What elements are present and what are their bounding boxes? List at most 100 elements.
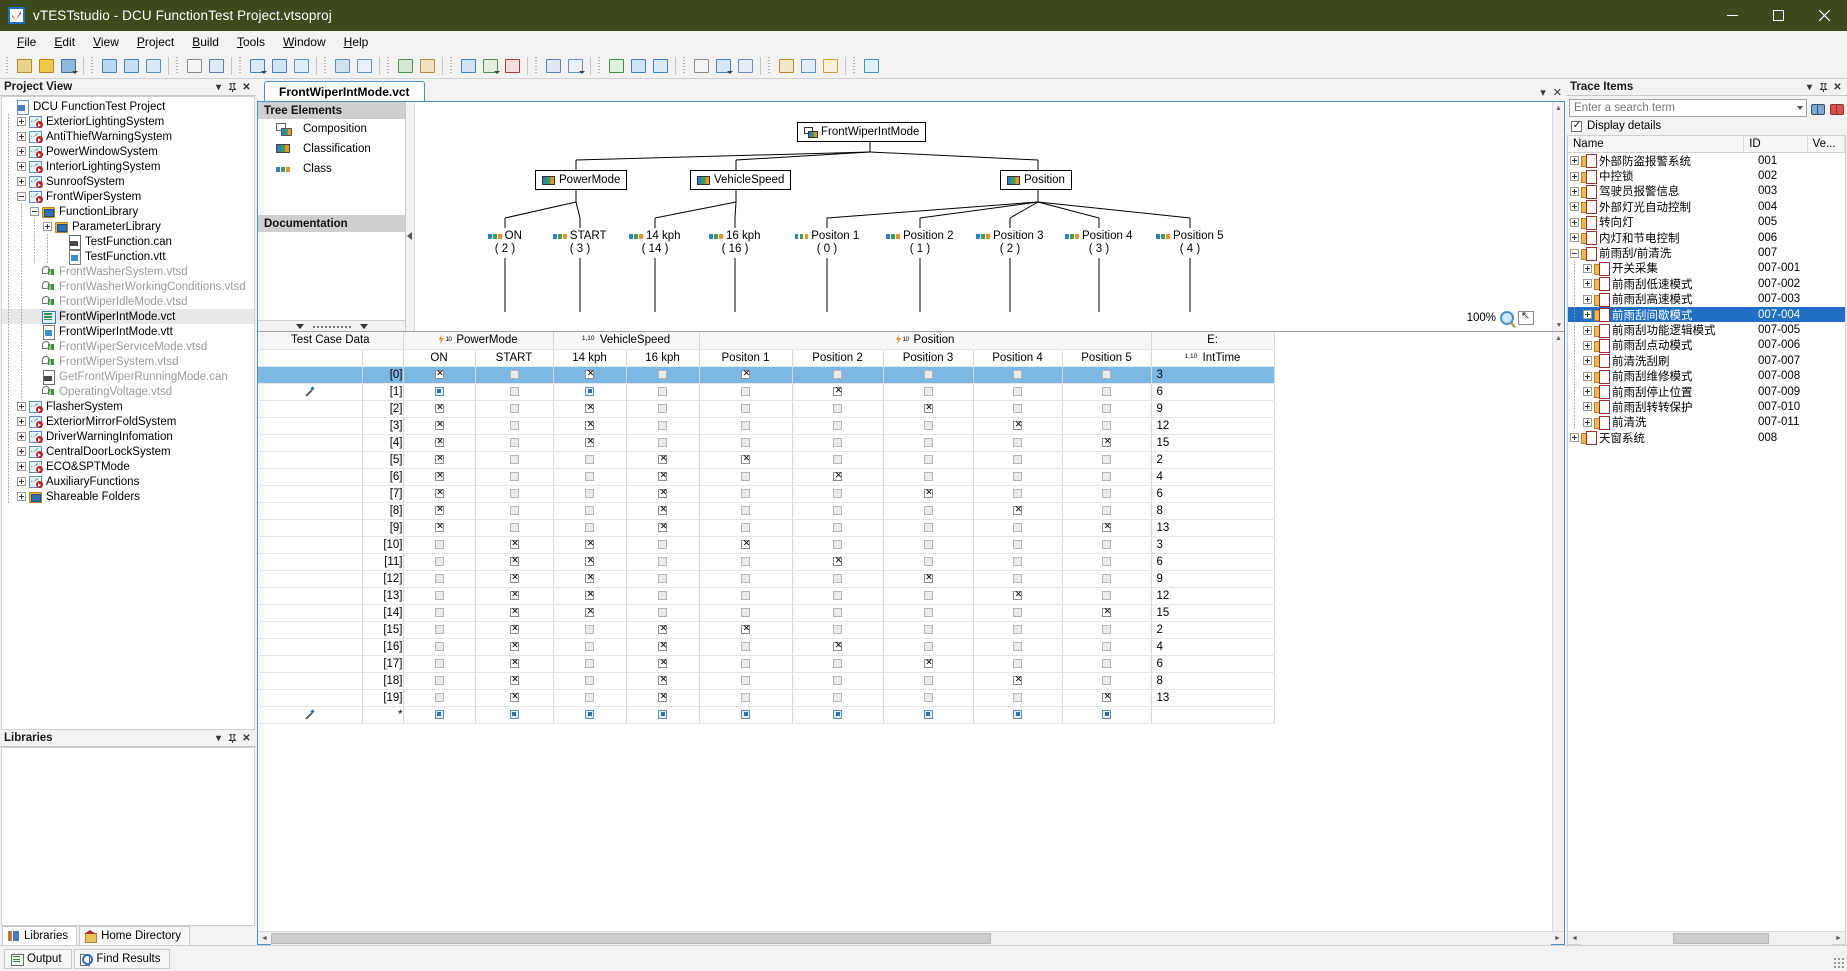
table-scroll-up-arrow[interactable]: ▲ — [1553, 332, 1564, 344]
cell-checkbox[interactable] — [792, 553, 883, 570]
trace-items-tree[interactable]: NameIDVe... 外部防盗报警系统001中控锁002驾驶员报警信息003外… — [1567, 135, 1846, 945]
cell-checkbox[interactable] — [1062, 689, 1151, 706]
cell-checkbox[interactable] — [883, 672, 973, 689]
checkbox-icon[interactable] — [1102, 625, 1111, 634]
checkbox-icon[interactable] — [1013, 472, 1022, 481]
project-tree-item[interactable]: Shareable Folders — [2, 489, 254, 504]
checkbox-icon[interactable] — [741, 642, 750, 651]
close-icon[interactable]: ✕ — [240, 732, 253, 745]
toolbar-button-27[interactable] — [776, 56, 796, 76]
cell-checkbox[interactable] — [553, 689, 626, 706]
tree-expander[interactable] — [15, 192, 28, 201]
project-tree[interactable]: DCU FunctionTest ProjectExteriorLighting… — [1, 96, 255, 730]
diagram-leaf-2[interactable]: 14 kph( 14 ) — [615, 230, 695, 255]
cell-checkbox[interactable] — [1062, 536, 1151, 553]
cell-checkbox[interactable] — [792, 655, 883, 672]
toolbar-button-8[interactable] — [206, 56, 226, 76]
cell-checkbox[interactable] — [973, 553, 1062, 570]
checkbox-icon[interactable] — [741, 625, 750, 634]
group-header-2[interactable]: 1,10VehicleSpeed — [553, 332, 699, 349]
checkbox-icon[interactable] — [924, 523, 933, 532]
cell-checkbox[interactable] — [626, 655, 699, 672]
table-row[interactable]: [9]13 — [258, 519, 1274, 536]
cell-checkbox[interactable] — [1062, 434, 1151, 451]
tree-expander[interactable] — [1581, 402, 1594, 411]
cell-checkbox[interactable] — [792, 672, 883, 689]
toolbar-grip[interactable] — [852, 57, 858, 75]
display-details-checkbox[interactable] — [1571, 121, 1582, 132]
checkbox-icon[interactable] — [510, 574, 519, 583]
checkbox-icon[interactable] — [1013, 591, 1022, 600]
checkbox-icon[interactable] — [510, 676, 519, 685]
cell-checkbox[interactable] — [792, 383, 883, 400]
cell-checkbox[interactable] — [475, 451, 553, 468]
diagram-node-powermode[interactable]: PowerMode — [535, 170, 627, 190]
cell-checkbox[interactable] — [626, 604, 699, 621]
cell-checkbox[interactable] — [553, 570, 626, 587]
checkbox-icon[interactable] — [741, 693, 750, 702]
cell-inttime[interactable] — [1151, 706, 1274, 723]
project-tree-item[interactable]: ECO&SPTMode — [2, 459, 254, 474]
cell-checkbox[interactable] — [553, 621, 626, 638]
checkbox-icon[interactable] — [585, 574, 594, 583]
cell-checkbox[interactable] — [973, 434, 1062, 451]
checkbox-icon[interactable] — [1102, 693, 1111, 702]
checkbox-icon[interactable] — [1102, 489, 1111, 498]
checkbox-icon[interactable] — [510, 370, 519, 379]
tree-expander[interactable] — [1568, 218, 1581, 227]
checkbox-icon[interactable] — [924, 625, 933, 634]
cell-checkbox[interactable] — [475, 655, 553, 672]
group-header-4[interactable]: E: — [1151, 332, 1274, 349]
library-tab-home-directory[interactable]: Home Directory — [79, 926, 190, 945]
tree-expander[interactable] — [1581, 310, 1594, 319]
cell-checkbox[interactable] — [883, 451, 973, 468]
find-all-button[interactable] — [1829, 100, 1845, 117]
checkbox-icon[interactable] — [1102, 370, 1111, 379]
close-icon[interactable]: ✕ — [1831, 81, 1844, 94]
cell-inttime[interactable]: 6 — [1151, 655, 1274, 672]
trace-item-row[interactable]: 天窗系统008 — [1568, 430, 1845, 445]
tree-expander[interactable] — [1581, 372, 1594, 381]
cell-checkbox[interactable] — [1062, 502, 1151, 519]
table-row[interactable]: [4]15 — [258, 434, 1274, 451]
cell-checkbox[interactable] — [699, 502, 792, 519]
checkbox-icon[interactable] — [435, 591, 444, 600]
checkbox-icon[interactable] — [741, 455, 750, 464]
checkbox-icon[interactable] — [1102, 642, 1111, 651]
cell-checkbox[interactable] — [792, 706, 883, 723]
trace-column-header-0[interactable]: Name — [1568, 136, 1744, 152]
checkbox-icon[interactable] — [741, 591, 750, 600]
trace-item-row[interactable]: 前雨刮维修模式007-008 — [1568, 368, 1845, 383]
table-row[interactable]: [10]3 — [258, 536, 1274, 553]
collapse-down-icon-2[interactable] — [360, 324, 368, 329]
cell-checkbox[interactable] — [626, 689, 699, 706]
cell-checkbox[interactable] — [475, 519, 553, 536]
trace-item-row[interactable]: 前雨刮点动模式007-006 — [1568, 338, 1845, 353]
checkbox-icon[interactable] — [585, 642, 594, 651]
toolbar-grip[interactable] — [534, 57, 540, 75]
toolbar-button-19[interactable] — [543, 56, 563, 76]
tree-expander[interactable] — [1581, 326, 1594, 335]
trace-hscroll-right-arrow[interactable]: ► — [1832, 932, 1845, 945]
cell-inttime[interactable]: 9 — [1151, 570, 1274, 587]
cell-checkbox[interactable] — [699, 434, 792, 451]
checkbox-icon[interactable] — [435, 472, 444, 481]
diagram-leaf-8[interactable]: Position 5( 4 ) — [1150, 230, 1230, 255]
project-tree-item[interactable]: FunctionLibrary — [2, 204, 254, 219]
checkbox-icon[interactable] — [1013, 455, 1022, 464]
tree-expander[interactable] — [28, 207, 41, 216]
diagram-left-gutter[interactable] — [406, 102, 415, 331]
cell-checkbox[interactable] — [403, 706, 475, 723]
cell-checkbox[interactable] — [403, 451, 475, 468]
project-tree-item[interactable]: FrontWiperSystem — [2, 189, 254, 204]
toolbar-grip[interactable] — [682, 57, 688, 75]
checkbox-icon[interactable] — [1102, 523, 1111, 532]
column-header-11[interactable]: 1,10IntTime — [1151, 349, 1274, 366]
cell-checkbox[interactable] — [1062, 383, 1151, 400]
cell-checkbox[interactable] — [792, 400, 883, 417]
checkbox-icon[interactable] — [924, 642, 933, 651]
checkbox-icon[interactable] — [741, 710, 750, 719]
table-row[interactable]: [7]6 — [258, 485, 1274, 502]
cell-checkbox[interactable] — [403, 553, 475, 570]
cell-checkbox[interactable] — [475, 706, 553, 723]
